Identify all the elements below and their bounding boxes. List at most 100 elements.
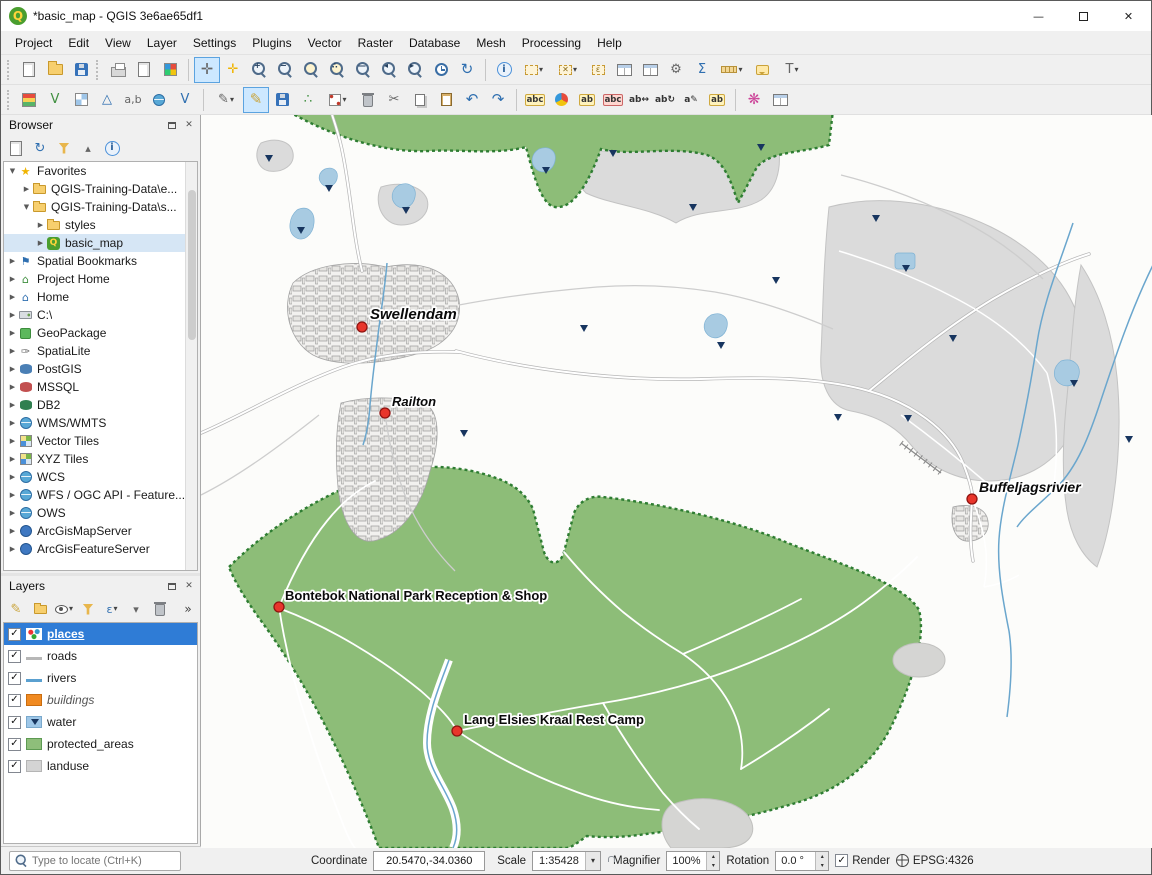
browser-item-geopackage[interactable]: ▶GeoPackage (4, 324, 197, 342)
layer-item-buildings[interactable]: ✓buildings (4, 689, 197, 711)
browser-item-vector-tiles[interactable]: ▶Vector Tiles (4, 432, 197, 450)
layer-item-landuse[interactable]: ✓landuse (4, 755, 197, 777)
curved-labels-button[interactable]: ab (704, 87, 730, 113)
layer-labeling-button[interactable]: abc (522, 87, 548, 113)
render-checkbox-box[interactable]: ✓ (835, 854, 848, 867)
add-wms-layer-button[interactable] (146, 87, 172, 113)
options-button[interactable]: ⚙ (663, 57, 689, 83)
layers-float-button[interactable] (165, 579, 179, 593)
chevron-right-icon[interactable]: ▶ (7, 528, 18, 535)
filter-by-expression-button[interactable]: ε▾ (101, 598, 123, 620)
browser-item-db2[interactable]: ▶DB2 (4, 396, 197, 414)
scale-value[interactable]: 1:35428 (533, 855, 585, 867)
browser-item-styles[interactable]: ▶styles (4, 216, 197, 234)
map-canvas[interactable]: Swellendam Railton Buffeljagsrivier Bont… (201, 115, 1151, 846)
browser-filter-button[interactable] (53, 137, 75, 159)
chevron-down-icon[interactable]: ▾ (585, 852, 600, 870)
layers-panel-header[interactable]: Layers ✕ (1, 576, 200, 596)
browser-item-c-drive[interactable]: ▶C:\ (4, 306, 197, 324)
chevron-right-icon[interactable]: ▶ (7, 330, 18, 337)
menu-layer[interactable]: Layer (139, 33, 185, 53)
browser-item-arcgis-map-server[interactable]: ▶ArcGisMapServer (4, 522, 197, 540)
remove-layer-button[interactable] (149, 598, 171, 620)
locate-input[interactable] (32, 855, 176, 867)
select-by-expression-button[interactable]: ε (585, 57, 611, 83)
open-attribute-table-button[interactable] (611, 57, 637, 83)
zoom-in-button[interactable]: + (246, 57, 272, 83)
layer-checkbox[interactable]: ✓ (8, 760, 21, 773)
browser-item-training-data-s[interactable]: ▼QGIS-Training-Data\s... (4, 198, 197, 216)
copy-features-button[interactable] (407, 87, 433, 113)
crs-status-button[interactable]: EPSG:4326 (896, 854, 974, 867)
measure-button[interactable]: ▾ (715, 57, 749, 83)
grid-tool-button[interactable] (767, 87, 793, 113)
browser-item-home[interactable]: ▶⌂Home (4, 288, 197, 306)
pan-map-button[interactable]: ✛ (194, 57, 220, 83)
chevron-right-icon[interactable]: ▶ (7, 276, 18, 283)
chevron-right-icon[interactable]: ▶ (7, 348, 18, 355)
refresh-map-button[interactable]: ↻ (454, 57, 480, 83)
add-selected-layers-button[interactable] (5, 137, 27, 159)
chevron-right-icon[interactable]: ▶ (7, 546, 18, 553)
vertex-tool-button[interactable]: ▾ (321, 87, 355, 113)
locate-search[interactable] (9, 851, 181, 871)
browser-panel-header[interactable]: Browser ✕ (1, 115, 200, 135)
pin-labels-button[interactable]: ab (574, 87, 600, 113)
layer-item-roads[interactable]: ✓roads (4, 645, 197, 667)
menu-view[interactable]: View (97, 33, 139, 53)
zoom-last-button[interactable]: ◂ (376, 57, 402, 83)
layer-checkbox[interactable]: ✓ (8, 650, 21, 663)
toggle-editing-button[interactable]: ✎ (243, 87, 269, 113)
expand-all-button[interactable]: ▾ (125, 598, 147, 620)
chevron-right-icon[interactable]: ▶ (7, 474, 18, 481)
layer-checkbox[interactable]: ✓ (8, 628, 21, 641)
browser-item-mssql[interactable]: ▶MSSQL (4, 378, 197, 396)
browser-item-xyz-tiles[interactable]: ▶XYZ Tiles (4, 450, 197, 468)
data-source-manager-button[interactable] (16, 87, 42, 113)
browser-refresh-button[interactable]: ↻ (29, 137, 51, 159)
layers-close-button[interactable]: ✕ (182, 579, 196, 593)
open-layer-styling-button[interactable]: ✎ (5, 598, 27, 620)
current-edits-button[interactable]: ✎▾ (209, 87, 243, 113)
menu-raster[interactable]: Raster (350, 33, 401, 53)
zoom-out-button[interactable]: − (272, 57, 298, 83)
browser-item-wcs[interactable]: ▶WCS (4, 468, 197, 486)
chevron-right-icon[interactable]: ▶ (35, 222, 46, 229)
text-annotation-button[interactable]: T▾ (775, 57, 809, 83)
chevron-right-icon[interactable]: ▶ (7, 312, 18, 319)
browser-close-button[interactable]: ✕ (182, 118, 196, 132)
chevron-down-icon[interactable]: ▼ (7, 168, 18, 175)
open-project-button[interactable] (42, 57, 68, 83)
menu-settings[interactable]: Settings (185, 33, 244, 53)
browser-item-wms[interactable]: ▶WMS/WMTS (4, 414, 197, 432)
undo-button[interactable]: ↶ (459, 87, 485, 113)
identify-features-button[interactable]: i (491, 57, 517, 83)
spin-arrows[interactable]: ▴▾ (706, 852, 719, 870)
spin-arrows[interactable]: ▴▾ (815, 852, 828, 870)
add-group-button[interactable] (29, 598, 51, 620)
chevron-right-icon[interactable]: ▶ (7, 384, 18, 391)
menu-database[interactable]: Database (401, 33, 468, 53)
temporal-controller-button[interactable] (428, 57, 454, 83)
chevron-right-icon[interactable]: ▶ (21, 186, 32, 193)
move-label-button[interactable]: ab↔ (626, 87, 652, 113)
deselect-features-button[interactable]: ✕▾ (551, 57, 585, 83)
layers-toolbar-overflow[interactable]: » (180, 603, 196, 615)
zoom-to-layer-button[interactable]: — (350, 57, 376, 83)
browser-item-basic-map[interactable]: ▶Qbasic_map (4, 234, 197, 252)
menu-help[interactable]: Help (589, 33, 630, 53)
add-delimited-text-button[interactable]: a,b (120, 87, 146, 113)
select-features-button[interactable]: ▾ (517, 57, 551, 83)
browser-item-arcgis-feature-server[interactable]: ▶ArcGisFeatureServer (4, 540, 197, 558)
chevron-right-icon[interactable]: ▶ (7, 456, 18, 463)
zoom-full-button[interactable] (298, 57, 324, 83)
change-label-button[interactable]: a✎ (678, 87, 704, 113)
toolbar-grip[interactable] (7, 90, 12, 110)
menu-mesh[interactable]: Mesh (468, 33, 513, 53)
layer-checkbox[interactable]: ✓ (8, 716, 21, 729)
minimize-button[interactable]: — (1016, 1, 1061, 31)
menu-plugins[interactable]: Plugins (244, 33, 299, 53)
menu-vector[interactable]: Vector (300, 33, 350, 53)
add-mesh-layer-button[interactable]: △ (94, 87, 120, 113)
style-manager-button[interactable] (157, 57, 183, 83)
